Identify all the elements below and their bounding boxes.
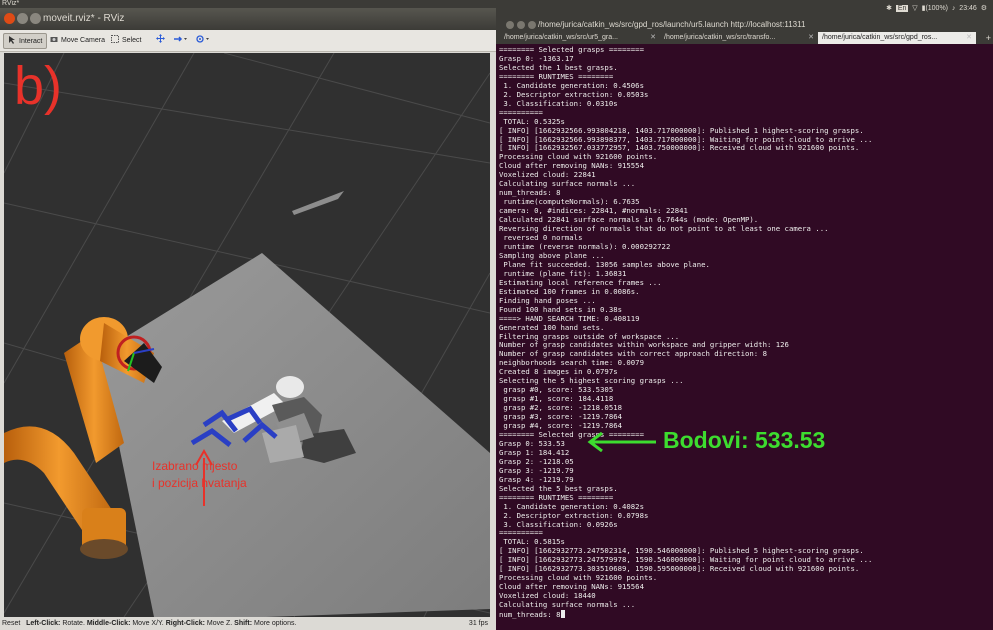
callout-arrow <box>587 432 656 452</box>
terminal-line: Calculating surface normals ... <box>499 179 636 189</box>
select-icon <box>111 34 119 43</box>
target-dropdown-icon <box>196 34 209 43</box>
close-icon[interactable] <box>506 21 514 29</box>
hint-left-key: Left-Click: <box>26 620 61 627</box>
fps-counter: 31 fps <box>468 620 488 627</box>
volume-icon[interactable]: ♪ <box>952 5 956 12</box>
tab-label: /home/jurica/catkin_ws/src/ur5_gra... <box>504 34 618 41</box>
bluetooth-icon[interactable]: ✱ <box>886 5 892 12</box>
hint-right-key: Right-Click: <box>165 620 205 627</box>
terminal-line: Calculating surface normals ... <box>499 600 636 610</box>
terminal-tab-3[interactable]: /home/jurica/catkin_ws/src/gpd_ros... ✕ <box>818 32 976 44</box>
terminal-output[interactable]: ======== Selected grasps ======== Grasp 0… <box>496 44 993 630</box>
hint-middle-key: Middle-Click: <box>86 620 131 627</box>
interact-tool-button[interactable]: Interact <box>3 33 48 49</box>
system-tray: ✱ En ▽ ▮(100%) ♪ 23:46 ⚙ <box>886 0 987 18</box>
tab-label: /home/jurica/catkin_ws/src/transfo... <box>664 34 776 41</box>
tab-close-icon[interactable]: ✕ <box>650 32 656 44</box>
terminal-tab-bar: /home/jurica/catkin_ws/src/ur5_gra... ✕ /… <box>496 32 993 44</box>
settings-gear-icon[interactable]: ⚙ <box>981 5 987 12</box>
desktop-top-title: RViz* <box>0 0 496 8</box>
move-arrows-icon <box>156 34 165 43</box>
terminal-tab-2[interactable]: /home/jurica/catkin_ws/src/transfo... ✕ <box>660 32 818 44</box>
terminal-line: 3. Classification: 0.0310s <box>499 98 618 108</box>
hint-shift: More options. <box>252 620 297 627</box>
tab-close-icon[interactable]: ✕ <box>966 32 972 44</box>
cursor-icon <box>8 35 16 44</box>
maximize-icon[interactable] <box>30 13 41 24</box>
keyboard-layout-indicator[interactable]: En <box>895 5 909 12</box>
network-icon[interactable]: ▽ <box>912 5 917 12</box>
terminal-log: ======== Selected grasps ======== Grasp 0… <box>499 45 993 620</box>
grasp-location-annotation: Izabrano mjesto i pozicija hvatanja <box>152 458 302 492</box>
rviz-3d-viewport[interactable]: b) <box>4 53 490 617</box>
figure-panel-label: b) <box>14 56 63 116</box>
terminal-line: num_threads: 8 <box>499 610 993 620</box>
rviz-status-bar: Reset Left-Click: Rotate. Middle-Click: … <box>0 618 496 630</box>
top-panel: ✱ En ▽ ▮(100%) ♪ 23:46 ⚙ <box>496 0 993 18</box>
select-tool-button[interactable]: Select <box>107 33 145 49</box>
interact-label: Interact <box>19 38 43 45</box>
rviz-titlebar: moveit.rviz* - RViz <box>0 8 496 30</box>
close-icon[interactable] <box>4 13 15 24</box>
terminal-line: ========== <box>499 107 543 117</box>
select-label: Select <box>122 37 142 44</box>
battery-level: (100%) <box>925 5 949 12</box>
terminal-window-title: /home/jurica/catkin_ws/src/gpd_ros/launc… <box>538 20 806 29</box>
minimize-icon[interactable] <box>517 21 525 29</box>
reset-button[interactable]: Reset <box>2 620 20 627</box>
move-camera-label: Move Camera <box>61 37 105 44</box>
hint-left: Rotate. <box>60 620 87 627</box>
new-tab-plus-icon[interactable]: + <box>986 32 991 44</box>
rviz-window: RViz* moveit.rviz* - RViz Interact Move … <box>0 0 496 630</box>
terminal-tab-1[interactable]: /home/jurica/catkin_ws/src/ur5_gra... ✕ <box>500 32 660 44</box>
nav-goal-tool-button[interactable] <box>170 33 193 49</box>
scene-render <box>4 53 490 617</box>
hint-shift-key: Shift: <box>234 620 253 627</box>
arrow-dropdown-icon <box>174 34 187 42</box>
move-camera-tool-button[interactable]: Move Camera <box>46 33 109 49</box>
rviz-toolbar: Interact Move Camera Select <box>0 30 496 52</box>
hint-right: Move Z. <box>204 620 235 627</box>
terminal-line: ========== <box>499 528 543 538</box>
rviz-window-title: moveit.rviz* - RViz <box>43 13 125 24</box>
tab-close-icon[interactable]: ✕ <box>808 32 814 44</box>
terminal-line: 3. Classification: 0.0926s <box>499 519 618 529</box>
clock[interactable]: 23:46 <box>959 5 977 12</box>
terminal-titlebar: /home/jurica/catkin_ws/src/gpd_ros/launc… <box>496 18 993 32</box>
minimize-icon[interactable] <box>17 13 28 24</box>
camera-icon <box>50 34 58 42</box>
terminal-cursor <box>560 610 565 619</box>
point-tool-button[interactable] <box>192 33 215 49</box>
tab-label: /home/jurica/catkin_ws/src/gpd_ros... <box>822 34 938 41</box>
annotation-text: Izabrano mjesto i pozicija hvatanja <box>152 459 247 490</box>
score-callout: Bodovi: 533.53 <box>663 427 826 453</box>
maximize-icon[interactable] <box>528 21 536 29</box>
hint-middle: Move X/Y. <box>130 620 166 627</box>
move-tool-button[interactable] <box>152 33 171 49</box>
